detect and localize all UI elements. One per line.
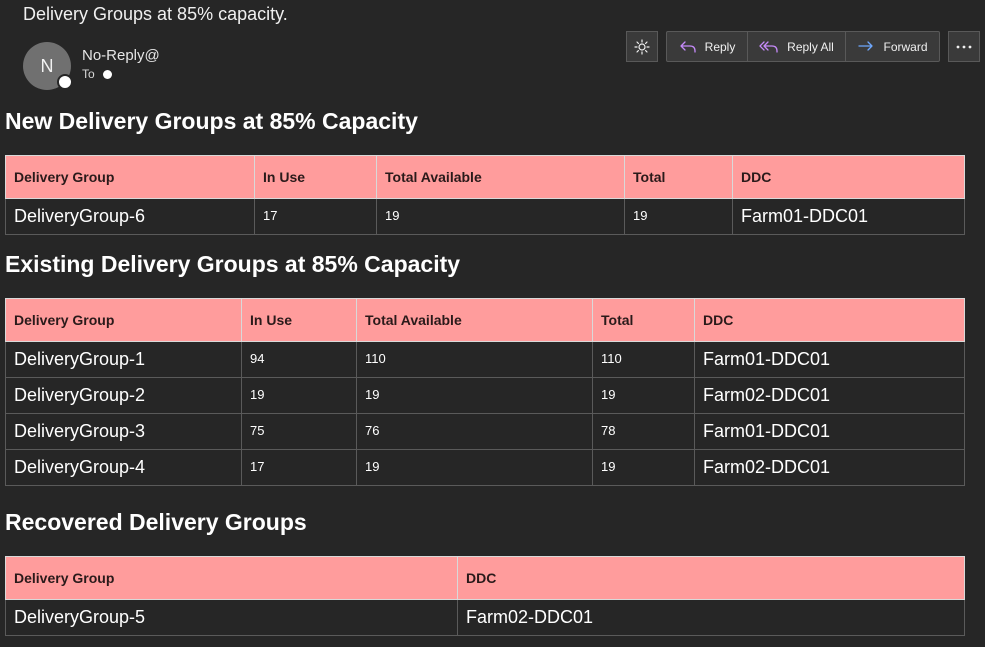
- ddc-cell: Farm01-DDC01: [694, 413, 965, 450]
- table-row: DeliveryGroup-6 17 19 19 Farm01-DDC01: [5, 198, 965, 235]
- column-header: Delivery Group: [5, 155, 255, 199]
- column-header: Total: [624, 155, 733, 199]
- forward-label: Forward: [883, 39, 928, 54]
- table-row: DeliveryGroup-4 17 19 19 Farm02-DDC01: [5, 449, 965, 486]
- delivery-group-cell: DeliveryGroup-6: [5, 198, 255, 235]
- in-use-cell: 17: [241, 449, 357, 486]
- recovered-groups-table: Delivery Group DDC DeliveryGroup-5 Farm0…: [5, 556, 965, 636]
- table-header-row: Delivery Group In Use Total Available To…: [5, 298, 965, 342]
- total-available-cell: 110: [356, 341, 593, 378]
- total-available-cell: 19: [356, 449, 593, 486]
- column-header: DDC: [732, 155, 965, 199]
- column-header: Total Available: [376, 155, 625, 199]
- table-row: DeliveryGroup-5 Farm02-DDC01: [5, 599, 965, 636]
- column-header: DDC: [457, 556, 965, 600]
- reply-all-arrow-icon: [759, 40, 778, 53]
- recipient-status-icon[interactable]: [102, 69, 112, 79]
- total-available-cell: 19: [376, 198, 625, 235]
- recipient-line: To: [82, 67, 112, 81]
- table-header-row: Delivery Group In Use Total Available To…: [5, 155, 965, 199]
- in-use-cell: 75: [241, 413, 357, 450]
- in-use-cell: 94: [241, 341, 357, 378]
- section-title-existing: Existing Delivery Groups at 85% Capacity: [5, 251, 461, 277]
- forward-arrow-icon: [858, 40, 874, 51]
- reply-button[interactable]: Reply: [666, 31, 748, 62]
- ddc-cell: Farm01-DDC01: [732, 198, 965, 235]
- email-subject: Delivery Groups at 85% capacity.: [23, 4, 288, 24]
- in-use-cell: 17: [254, 198, 377, 235]
- section-title-new: New Delivery Groups at 85% Capacity: [5, 108, 418, 134]
- total-available-cell: 76: [356, 413, 593, 450]
- delivery-group-cell: DeliveryGroup-2: [5, 377, 242, 414]
- column-header: In Use: [241, 298, 357, 342]
- avatar-initial: N: [40, 55, 54, 76]
- table-row: DeliveryGroup-3 75 76 78 Farm01-DDC01: [5, 413, 965, 450]
- ddc-cell: Farm01-DDC01: [694, 341, 965, 378]
- column-header: DDC: [694, 298, 965, 342]
- reply-arrow-icon: [680, 40, 696, 53]
- table-header-row: Delivery Group DDC: [5, 556, 965, 600]
- section-title-recovered: Recovered Delivery Groups: [5, 509, 307, 535]
- column-header: Total: [592, 298, 695, 342]
- ddc-cell: Farm02-DDC01: [694, 449, 965, 486]
- forward-button[interactable]: Forward: [845, 31, 940, 62]
- ddc-cell: Farm02-DDC01: [694, 377, 965, 414]
- column-header: Delivery Group: [5, 556, 458, 600]
- more-actions-button[interactable]: [948, 31, 980, 62]
- reply-all-button[interactable]: Reply All: [747, 31, 846, 62]
- table-row: DeliveryGroup-2 19 19 19 Farm02-DDC01: [5, 377, 965, 414]
- existing-groups-table: Delivery Group In Use Total Available To…: [5, 298, 965, 486]
- sun-icon: [634, 38, 650, 55]
- presence-status-icon: [57, 74, 73, 90]
- delivery-group-cell: DeliveryGroup-1: [5, 341, 242, 378]
- total-cell: 19: [592, 377, 695, 414]
- reply-label: Reply: [704, 39, 736, 54]
- to-label: To: [82, 67, 95, 81]
- total-cell: 78: [592, 413, 695, 450]
- total-cell: 19: [624, 198, 733, 235]
- total-cell: 19: [592, 449, 695, 486]
- column-header: Total Available: [356, 298, 593, 342]
- delivery-group-cell: DeliveryGroup-5: [5, 599, 458, 636]
- column-header: In Use: [254, 155, 377, 199]
- total-available-cell: 19: [356, 377, 593, 414]
- ddc-cell: Farm02-DDC01: [457, 599, 965, 636]
- theme-toggle-button[interactable]: [626, 31, 658, 62]
- in-use-cell: 19: [241, 377, 357, 414]
- delivery-group-cell: DeliveryGroup-4: [5, 449, 242, 486]
- sender-name[interactable]: No-Reply@: [82, 47, 160, 64]
- column-header: Delivery Group: [5, 298, 242, 342]
- table-row: DeliveryGroup-1 94 110 110 Farm01-DDC01: [5, 341, 965, 378]
- delivery-group-cell: DeliveryGroup-3: [5, 413, 242, 450]
- new-groups-table: Delivery Group In Use Total Available To…: [5, 155, 965, 235]
- reply-all-label: Reply All: [787, 39, 834, 54]
- total-cell: 110: [592, 341, 695, 378]
- more-ellipsis-icon: [956, 45, 972, 48]
